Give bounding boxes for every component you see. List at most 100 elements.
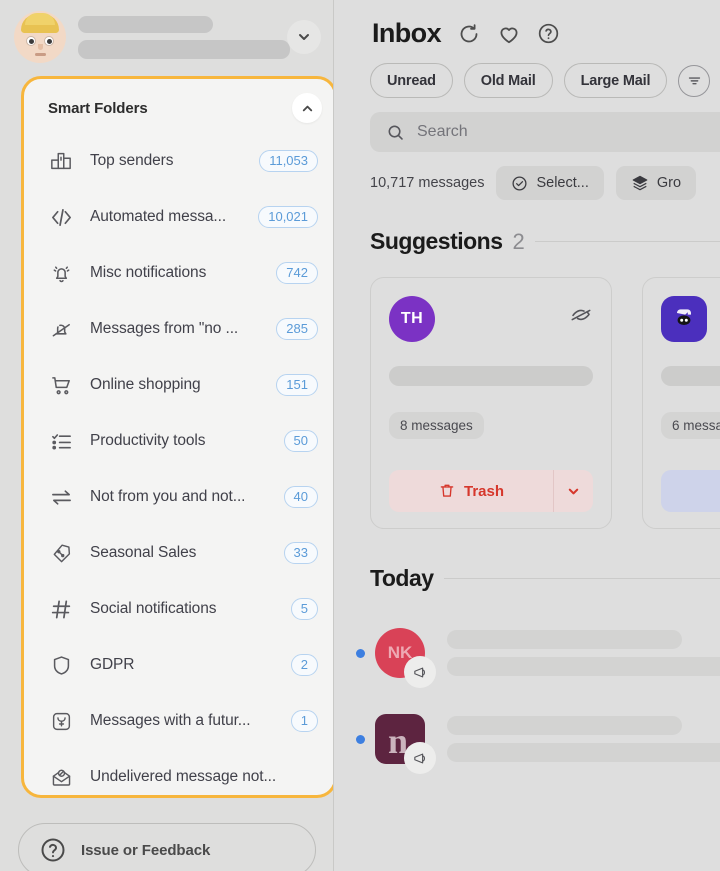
sidebar-item-count: 1 (290, 710, 318, 732)
sidebar-item-label: GDPR (90, 656, 135, 673)
sidebar-item-count: 742 (276, 262, 318, 284)
sidebar-item-count: 5 (290, 598, 318, 620)
trash-dropdown-chevron-down-icon[interactable] (553, 470, 593, 512)
search-icon (386, 123, 405, 142)
trash-action-group: Trash (389, 470, 593, 512)
group-label: Gro (656, 175, 682, 191)
sidebar-item-count: 2 (290, 654, 318, 676)
sidebar-item-seasonal-sales[interactable]: Seasonal Sales 33 (24, 525, 333, 581)
refresh-icon[interactable] (457, 22, 481, 46)
smart-folders-panel: Smart Folders Top senders 11,053 Automat… (21, 76, 333, 798)
account-name-redacted (78, 15, 213, 33)
message-count: 10,717 messages (370, 175, 485, 191)
sidebar-item-label: Online shopping (90, 376, 201, 393)
bell-slash-icon (48, 316, 74, 342)
sidebar-item-label: Automated messa... (90, 208, 227, 225)
account-row[interactable] (0, 0, 333, 74)
search-input[interactable]: Search (370, 112, 720, 152)
chevron-down-icon[interactable] (287, 20, 321, 54)
bell-ringing-icon (48, 260, 74, 286)
suggestions-section-header: Suggestions 2 (334, 228, 720, 255)
sidebar-item-count: 40 (283, 486, 318, 508)
trash-button[interactable]: Trash (389, 470, 553, 512)
sidebar-item-social-notifications[interactable]: Social notifications 5 (24, 581, 333, 637)
sender-name-redacted (661, 366, 720, 386)
mail-list: NK n (334, 610, 720, 782)
hashtag-icon (48, 596, 74, 622)
sidebar-item-count: 10,021 (258, 206, 318, 228)
eye-slash-icon[interactable] (569, 303, 593, 327)
check-circle-icon (511, 175, 528, 192)
today-title: Today (370, 565, 434, 591)
issue-or-feedback-button[interactable]: Issue or Feedback (18, 823, 316, 871)
card-message-count: 8 messages (389, 412, 484, 439)
section-divider (534, 241, 720, 242)
app-window: Smart Folders Top senders 11,053 Automat… (0, 0, 720, 871)
future-date-icon (48, 708, 74, 734)
shield-icon (48, 652, 74, 678)
user-memoji-avatar[interactable] (14, 11, 66, 63)
suggestion-card[interactable]: 6 messa (642, 277, 720, 529)
unread-indicator (356, 648, 365, 658)
sidebar-item-label: Social notifications (90, 600, 217, 617)
chip-large-mail[interactable]: Large Mail (563, 63, 668, 98)
smart-folders-list: Top senders 11,053 Automated messa... 10… (24, 133, 333, 795)
chip-old-mail[interactable]: Old Mail (463, 63, 553, 98)
group-button[interactable]: Gro (615, 166, 697, 200)
list-item[interactable]: NK (334, 610, 720, 696)
avatar (661, 296, 707, 342)
mail-text-redacted (435, 716, 720, 762)
sidebar: Smart Folders Top senders 11,053 Automat… (0, 0, 334, 871)
suggestion-card[interactable]: TH 8 messages Trash (370, 277, 612, 529)
sidebar-item-count: 11,053 (259, 150, 318, 172)
today-section-header: Today (334, 565, 720, 592)
select-button[interactable]: Select... (496, 166, 604, 200)
trash-icon (438, 482, 456, 500)
sidebar-item-online-shopping[interactable]: Online shopping 151 (24, 357, 333, 413)
code-brackets-icon (48, 204, 74, 230)
sidebar-item-messages-from-noreply[interactable]: Messages from "no ... 285 (24, 301, 333, 357)
chip-unread[interactable]: Unread (370, 63, 453, 98)
discount-tag-icon (48, 540, 74, 566)
heart-icon[interactable] (497, 22, 521, 46)
issue-or-feedback-label: Issue or Feedback (81, 841, 211, 859)
megaphone-icon (404, 656, 436, 688)
filter-lines-icon[interactable] (678, 64, 711, 97)
sidebar-item-undelivered-notifications[interactable]: Undelivered message not... (24, 749, 333, 795)
sidebar-item-count: 33 (283, 542, 318, 564)
suggestion-cards: TH 8 messages Trash 6 messa (334, 277, 720, 529)
section-divider (443, 578, 720, 579)
sidebar-item-label: Messages with a futur... (90, 712, 251, 729)
arrows-exchange-icon (48, 484, 74, 510)
sidebar-item-label: Not from you and not... (90, 488, 246, 505)
sidebar-item-label: Top senders (90, 152, 174, 169)
undelivered-mail-icon (48, 764, 74, 790)
help-circle-icon[interactable] (537, 22, 560, 45)
question-circle-icon (39, 836, 67, 864)
sidebar-item-misc-notifications[interactable]: Misc notifications 742 (24, 245, 333, 301)
smart-folders-title: Smart Folders (48, 99, 148, 117)
sidebar-item-productivity-tools[interactable]: Productivity tools 50 (24, 413, 333, 469)
page-title: Inbox (372, 18, 442, 48)
select-label: Select... (536, 175, 589, 191)
sidebar-item-not-from-you[interactable]: Not from you and not... 40 (24, 469, 333, 525)
suggestions-title: Suggestions (370, 228, 503, 254)
filter-chip-row: Unread Old Mail Large Mail (334, 49, 720, 98)
checklist-icon (48, 428, 74, 454)
sidebar-item-automated-messages[interactable]: Automated messa... 10,021 (24, 189, 333, 245)
sidebar-item-top-senders[interactable]: Top senders 11,053 (24, 133, 333, 189)
archive-button[interactable] (661, 470, 720, 512)
suggestions-count: 2 (512, 228, 525, 254)
sidebar-item-label: Messages from "no ... (90, 320, 239, 337)
search-placeholder: Search (417, 123, 468, 140)
avatar: TH (389, 296, 435, 342)
sidebar-item-gdpr[interactable]: GDPR 2 (24, 637, 333, 693)
list-item[interactable]: n (334, 696, 720, 782)
chevron-up-icon[interactable] (292, 93, 322, 123)
trash-label: Trash (463, 482, 505, 500)
smart-folders-header: Smart Folders (24, 79, 333, 133)
inbox-header: Inbox (334, 0, 720, 49)
sidebar-item-label: Productivity tools (90, 432, 206, 449)
sidebar-item-future-date-messages[interactable]: Messages with a futur... 1 (24, 693, 333, 749)
layers-icon (631, 174, 649, 192)
